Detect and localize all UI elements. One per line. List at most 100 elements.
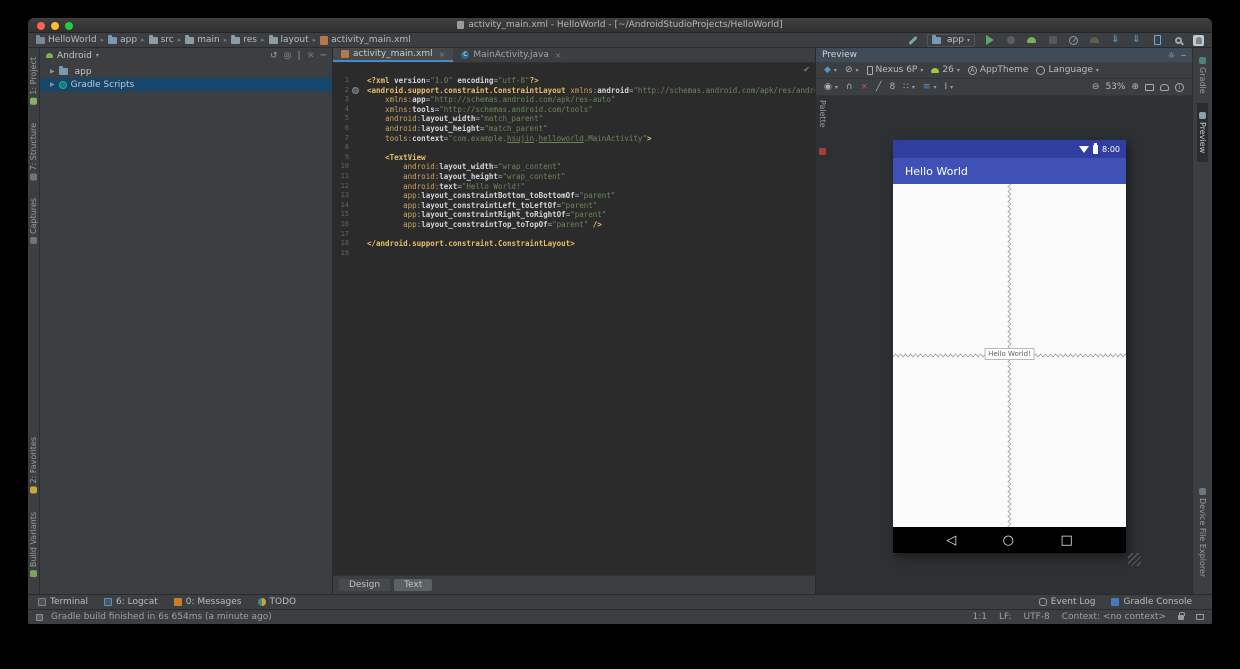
- context-indicator[interactable]: Context: <no context>: [1062, 612, 1166, 622]
- settings-icon[interactable]: ☼: [1168, 51, 1175, 60]
- project-panel-header: Android ▾ ↺ ◎ | ☼ ─: [40, 48, 332, 63]
- zoom-to-fit-button[interactable]: [1145, 83, 1154, 91]
- main-toolbar: app ▾ ⇓ ⇓: [906, 33, 1204, 47]
- toolwindow-button-gradle-console[interactable]: Gradle Console: [1111, 597, 1192, 607]
- hide-icon[interactable]: ─: [1181, 51, 1186, 60]
- align-icon: ≡: [922, 82, 931, 92]
- android-studio-window: activity_main.xml - HelloWorld - [~/Andr…: [28, 18, 1212, 624]
- tool-stripe-button-captures[interactable]: Captures: [28, 189, 39, 253]
- close-button[interactable]: [37, 22, 45, 30]
- apply-changes-button[interactable]: [1025, 34, 1038, 47]
- line-separator[interactable]: LF:: [999, 612, 1012, 622]
- infer-constraints-button[interactable]: ╱: [876, 82, 881, 92]
- breadcrumb-item[interactable]: app: [108, 35, 137, 45]
- guideline-selector[interactable]: I ▾: [944, 82, 953, 92]
- toolwindow-button-6-logcat[interactable]: 6: Logcat: [104, 597, 158, 607]
- editor-mode-tab-design[interactable]: Design: [339, 579, 391, 591]
- pack-selector[interactable]: ∷ ▾: [903, 82, 915, 92]
- code-text: app:layout_constraintRight_toRightOf="pa…: [403, 210, 607, 220]
- caret-position[interactable]: 1:1: [973, 612, 987, 622]
- toolwindow-toggle-icon[interactable]: [36, 613, 43, 621]
- indicator-icon[interactable]: [1196, 614, 1204, 620]
- tool-stripe-button-preview[interactable]: Preview: [1197, 102, 1208, 162]
- breadcrumb-item[interactable]: res: [231, 35, 257, 45]
- tool-stripe-button-build-variants[interactable]: Build Variants: [28, 503, 39, 586]
- debug-button[interactable]: [1004, 34, 1017, 47]
- close-icon[interactable]: ×: [555, 51, 562, 60]
- api-selector[interactable]: 26 ▾: [931, 65, 960, 75]
- project-view-selector[interactable]: Android: [57, 51, 92, 61]
- user-avatar[interactable]: [1193, 34, 1204, 46]
- info-icon[interactable]: i: [1175, 82, 1184, 92]
- palette-label[interactable]: Palette: [818, 100, 827, 128]
- chevron-down-icon: ▾: [933, 83, 937, 91]
- language-selector[interactable]: Language ▾: [1036, 65, 1099, 75]
- pan-button[interactable]: [1160, 83, 1169, 91]
- code-text: </android.support.constraint.ConstraintL…: [367, 239, 575, 249]
- code-line: 19: [333, 249, 815, 259]
- file-encoding[interactable]: UTF-8: [1024, 612, 1050, 622]
- toolwindow-button-0-messages[interactable]: 0: Messages: [173, 597, 242, 607]
- zoom-in-button[interactable]: ⊕: [1131, 82, 1139, 92]
- breadcrumb-item[interactable]: activity_main.xml: [320, 35, 411, 45]
- tool-stripe-button-gradle[interactable]: Gradle: [1197, 48, 1208, 103]
- editor-mode-tab-text[interactable]: Text: [394, 579, 433, 591]
- profiler-button[interactable]: [1067, 34, 1080, 47]
- chevron-right-icon[interactable]: ▶: [50, 68, 55, 75]
- toolwindow-button-todo[interactable]: TODO: [257, 597, 296, 607]
- breadcrumb-item[interactable]: src: [148, 35, 174, 45]
- zoom-button[interactable]: [65, 22, 73, 30]
- sdk-manager-button[interactable]: ⇓: [1130, 34, 1143, 47]
- attach-debugger-button[interactable]: [1088, 34, 1101, 47]
- avd-manager-button[interactable]: [1151, 34, 1164, 47]
- build-icon[interactable]: [906, 34, 919, 47]
- inspection-status-icon[interactable]: ✔: [803, 65, 810, 74]
- tool-stripe-button-device-file-explorer[interactable]: Device File Explorer: [1197, 479, 1208, 586]
- hide-icon[interactable]: ─: [321, 51, 326, 61]
- preview-canvas[interactable]: Palette 8:00 Hello World Hello World! ◁ …: [816, 96, 1192, 594]
- tree-item-app[interactable]: ▶ app: [40, 65, 332, 78]
- canvas-resize-handle[interactable]: [1128, 553, 1141, 566]
- sync-icon[interactable]: ↺: [270, 51, 278, 61]
- search-everywhere-button[interactable]: [1172, 34, 1185, 47]
- device-selector[interactable]: Nexus 6P ▾: [866, 65, 923, 75]
- settings-icon[interactable]: ☼: [307, 51, 315, 61]
- breadcrumb-item[interactable]: main: [185, 35, 220, 45]
- editor-tab-activity-main-xml[interactable]: activity_main.xml ×: [333, 48, 454, 62]
- editor-tab-mainactivity-java[interactable]: C MainActivity.java ×: [453, 48, 569, 62]
- clear-constraints-button[interactable]: ×: [860, 82, 868, 92]
- default-margin-selector[interactable]: 8: [889, 82, 895, 92]
- toolwindow-button-terminal[interactable]: Terminal: [38, 597, 88, 607]
- code-line: 7 tools:context="com.example.hsujin.hell…: [333, 134, 815, 144]
- right-stripe-top: Gradle Preview: [1197, 48, 1208, 162]
- run-config-selector[interactable]: app ▾: [927, 33, 975, 47]
- lock-icon[interactable]: [1178, 611, 1185, 620]
- close-icon[interactable]: ×: [439, 50, 446, 59]
- textview-hello-world[interactable]: Hello World!: [984, 348, 1035, 360]
- stop-button[interactable]: [1046, 34, 1059, 47]
- code-editor[interactable]: 1 <?xml version="1.0" encoding="utf-8"?> 2…: [333, 63, 815, 575]
- align-selector[interactable]: ≡ ▾: [923, 82, 937, 92]
- zoom-out-button[interactable]: ⊖: [1092, 82, 1100, 92]
- breadcrumb-item[interactable]: layout: [268, 35, 309, 45]
- run-button[interactable]: [983, 34, 996, 47]
- autoconnect-toggle[interactable]: ∩: [846, 82, 853, 92]
- tool-stripe-button-1-project[interactable]: 1: Project: [28, 48, 39, 114]
- minimize-button[interactable]: [51, 22, 59, 30]
- theme-selector[interactable]: A AppTheme: [967, 65, 1028, 75]
- toolwindow-button-event-log[interactable]: Event Log: [1038, 597, 1095, 607]
- layout-preview-gutter-icon[interactable]: [352, 87, 359, 94]
- tree-item-gradle-scripts[interactable]: ▶ Gradle Scripts: [40, 78, 332, 91]
- line-number: 15: [340, 210, 349, 219]
- locate-icon[interactable]: ◎: [284, 51, 292, 61]
- show-constraints-toggle[interactable]: ◉ ▾: [824, 82, 838, 92]
- sync-project-button[interactable]: ⇓: [1109, 34, 1122, 47]
- breadcrumb-item[interactable]: HelloWorld: [36, 35, 97, 45]
- chevron-down-icon: ▾: [1095, 66, 1099, 74]
- tool-stripe-button-2-favorites[interactable]: 2: Favorites: [28, 428, 39, 502]
- chevron-right-icon[interactable]: ▶: [50, 81, 55, 88]
- design-surface-selector[interactable]: ◆ ▾: [824, 65, 837, 75]
- tool-stripe-button-7-structure[interactable]: 7: Structure: [28, 114, 39, 190]
- orientation-selector[interactable]: ⊘ ▾: [845, 65, 859, 75]
- phone-icon: [866, 65, 873, 75]
